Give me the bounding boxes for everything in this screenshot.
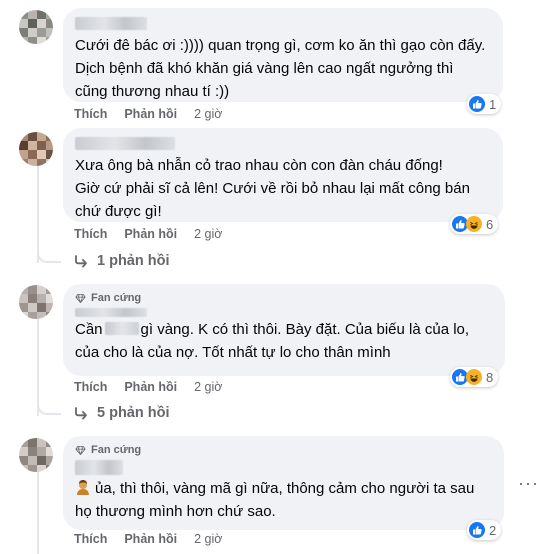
comment-bubble: Fan cứng Cần gì vàng. K có thì thôi. Bày … [63, 284, 505, 376]
comment-text-prefix: Cần [75, 321, 103, 338]
comment-actions: Thích Phản hồi 2 giờ [74, 227, 222, 241]
reply-arrow-icon [75, 255, 87, 268]
reaction-count: 8 [486, 369, 494, 385]
comment-text-rest: gì vàng. K có thì thôi. Bày đặt. Của biế… [140, 321, 470, 338]
avatar[interactable] [19, 438, 53, 472]
haha-reaction-icon [466, 369, 482, 385]
comment-text-line: Cưới đê bác ơi :)))) quan trọng gì, cơm … [75, 37, 486, 54]
comment-text-line: của cho là của nợ. Tốt nhất tự lo cho th… [75, 344, 391, 361]
reaction-summary[interactable]: 1 [467, 94, 502, 114]
comment-time[interactable]: 2 giờ [194, 227, 222, 241]
replies-count-label: 1 phản hồi [97, 253, 170, 269]
redacted-word [104, 322, 139, 335]
comment-time[interactable]: 2 giờ [194, 380, 222, 394]
like-button[interactable]: Thích [74, 380, 107, 394]
diamond-icon [75, 445, 86, 455]
author-name-blurred[interactable] [75, 17, 147, 30]
person-emoji-icon [77, 480, 89, 495]
like-reaction-icon [469, 96, 485, 112]
reply-arrow-icon [75, 407, 87, 420]
author-name-blurred[interactable] [75, 137, 175, 150]
reply-button[interactable]: Phản hồi [124, 227, 177, 241]
comment-text-line: chứ được gì! [75, 203, 162, 220]
comment-bubble: Xưa ông bà nhẫn cỏ trao nhau còn con đàn… [63, 128, 503, 222]
comment-text-line: cũng thương nhau tí :)) [75, 83, 230, 100]
comment-text-line: Cần gì vàng. K có thì thôi. Bày đặt. Của … [75, 318, 493, 341]
reply-button[interactable]: Phản hồi [124, 532, 177, 546]
reaction-count: 2 [489, 522, 497, 538]
replies-count-label: 5 phản hồi [97, 405, 170, 421]
comment-time[interactable]: 2 giờ [194, 532, 222, 546]
haha-reaction-icon [466, 216, 482, 232]
like-button[interactable]: Thích [74, 107, 107, 121]
view-replies-link[interactable]: 5 phản hồi [74, 405, 170, 421]
reaction-summary[interactable]: 8 [450, 367, 499, 387]
comment-bubble: Fan cứng ủa, thì thôi, vàng mã gì nữa, t… [63, 436, 504, 530]
avatar[interactable] [19, 132, 53, 166]
reaction-count: 1 [489, 96, 497, 112]
comment-actions: Thích Phản hồi 2 giờ [74, 380, 222, 394]
like-button[interactable]: Thích [74, 227, 107, 241]
reply-button[interactable]: Phản hồi [124, 380, 177, 394]
avatar[interactable] [19, 285, 53, 319]
comment-actions: Thích Phản hồi 2 giờ [74, 107, 222, 121]
view-replies-link[interactable]: 1 phản hồi [74, 253, 170, 269]
diamond-icon [75, 293, 86, 303]
more-options-icon[interactable]: ··· [518, 474, 539, 492]
reaction-summary[interactable]: 2 [467, 520, 502, 540]
comment-text-line: ủa, thì thôi, vàng mã gì nữa, thông cảm … [75, 477, 492, 500]
reply-button[interactable]: Phản hồi [124, 107, 177, 121]
reaction-summary[interactable]: 6 [450, 214, 499, 234]
comment-bubble: Cưới đê bác ơi :)))) quan trọng gì, cơm … [63, 8, 503, 102]
avatar[interactable] [19, 10, 53, 44]
like-button[interactable]: Thích [74, 532, 107, 546]
comment-text-line1: ủa, thì thôi, vàng mã gì nữa, thông cảm … [95, 480, 475, 497]
comment-text-line: Giờ cứ phải sĩ cả lên! Cưới về rồi bỏ nh… [75, 180, 470, 197]
fan-badge-label: Fan cứng [91, 443, 142, 456]
comment-text-line: họ thương mình hơn chứ sao. [75, 503, 276, 520]
author-name-blurred[interactable] [75, 308, 147, 317]
fan-badge[interactable]: Fan cứng [75, 442, 492, 458]
comment-text-line: Xưa ông bà nhẫn cỏ trao nhau còn con đàn… [75, 157, 443, 174]
author-name-blurred[interactable] [75, 460, 123, 475]
comment-actions: Thích Phản hồi 2 giờ [74, 532, 222, 546]
fan-badge-label: Fan cứng [91, 291, 142, 304]
comment-text-line: Dịch bệnh đã khó khăn giá vàng lên cao n… [75, 60, 454, 77]
comment-time[interactable]: 2 giờ [194, 107, 222, 121]
fan-badge[interactable]: Fan cứng [75, 290, 493, 306]
reaction-count: 6 [486, 216, 494, 232]
like-reaction-icon [469, 522, 485, 538]
